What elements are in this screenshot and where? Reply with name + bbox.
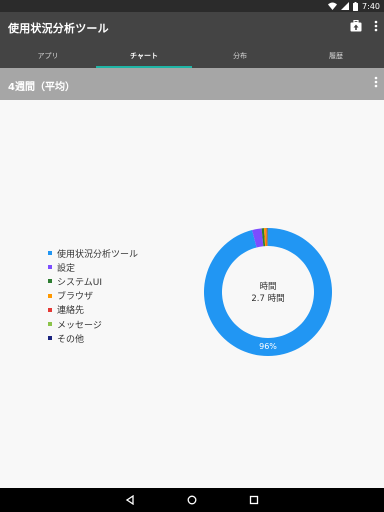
back-icon[interactable] [125, 495, 135, 505]
chart-center-text: 時間 2.7 時間 [203, 281, 333, 305]
tab-history[interactable]: 履歴 [288, 44, 384, 68]
home-icon[interactable] [187, 495, 197, 505]
legend-swatch [48, 322, 52, 327]
legend-item: ブラウザ [48, 289, 138, 303]
legend-label: その他 [57, 334, 85, 345]
navigation-bar [0, 488, 384, 512]
status-bar: 7:40 [0, 0, 384, 12]
legend-label: 使用状況分析ツール [57, 249, 139, 260]
tab-chart[interactable]: チャート [96, 44, 192, 68]
app-bar: 使用状況分析ツール [0, 12, 384, 44]
status-time: 7:40 [362, 1, 380, 11]
legend-item: システムUI [48, 274, 138, 288]
overflow-menu-icon[interactable] [374, 20, 378, 32]
tab-apps[interactable]: アプリ [0, 44, 96, 68]
signal-icon [341, 2, 350, 10]
legend-item: メッセージ [48, 317, 138, 331]
legend-label: メッセージ [57, 320, 102, 331]
legend-swatch [48, 336, 52, 341]
legend-label: システムUI [57, 277, 102, 288]
legend-item: 連絡先 [48, 303, 138, 317]
recents-icon[interactable] [249, 495, 259, 505]
section-title: 4週間（平均） [8, 82, 75, 93]
legend-label: ブラウザ [57, 292, 94, 303]
legend-label: 連絡先 [57, 306, 85, 317]
briefcase-export-icon[interactable] [350, 20, 362, 32]
legend-label: 設定 [57, 263, 76, 274]
tab-distribution[interactable]: 分布 [192, 44, 288, 68]
chart-legend: 使用状況分析ツール 設定システムUI ブラウザ連絡先メッセージその他 [48, 246, 138, 345]
status-icons: 7:40 [328, 0, 380, 12]
legend-swatch [48, 265, 52, 270]
legend-item: 設定 [48, 260, 138, 274]
legend-item: その他 [48, 331, 138, 345]
legend-swatch [48, 251, 52, 256]
app-title: 使用状況分析ツール [8, 22, 109, 35]
legend-item: 使用状況分析ツール [48, 246, 138, 260]
tab-bar: アプリ チャート 分布 履歴 [0, 44, 384, 68]
slice-percent-label: 96% [259, 342, 277, 351]
legend-swatch [48, 293, 52, 298]
section-header: 4週間（平均） [0, 68, 384, 100]
legend-swatch [48, 307, 52, 312]
legend-swatch [48, 279, 52, 284]
battery-icon [353, 1, 359, 11]
center-label: 時間 [259, 282, 277, 292]
center-value: 2.7 時間 [251, 294, 285, 304]
section-overflow-menu-icon[interactable] [374, 76, 378, 88]
wifi-icon [328, 2, 338, 10]
appbar-actions [350, 20, 378, 32]
